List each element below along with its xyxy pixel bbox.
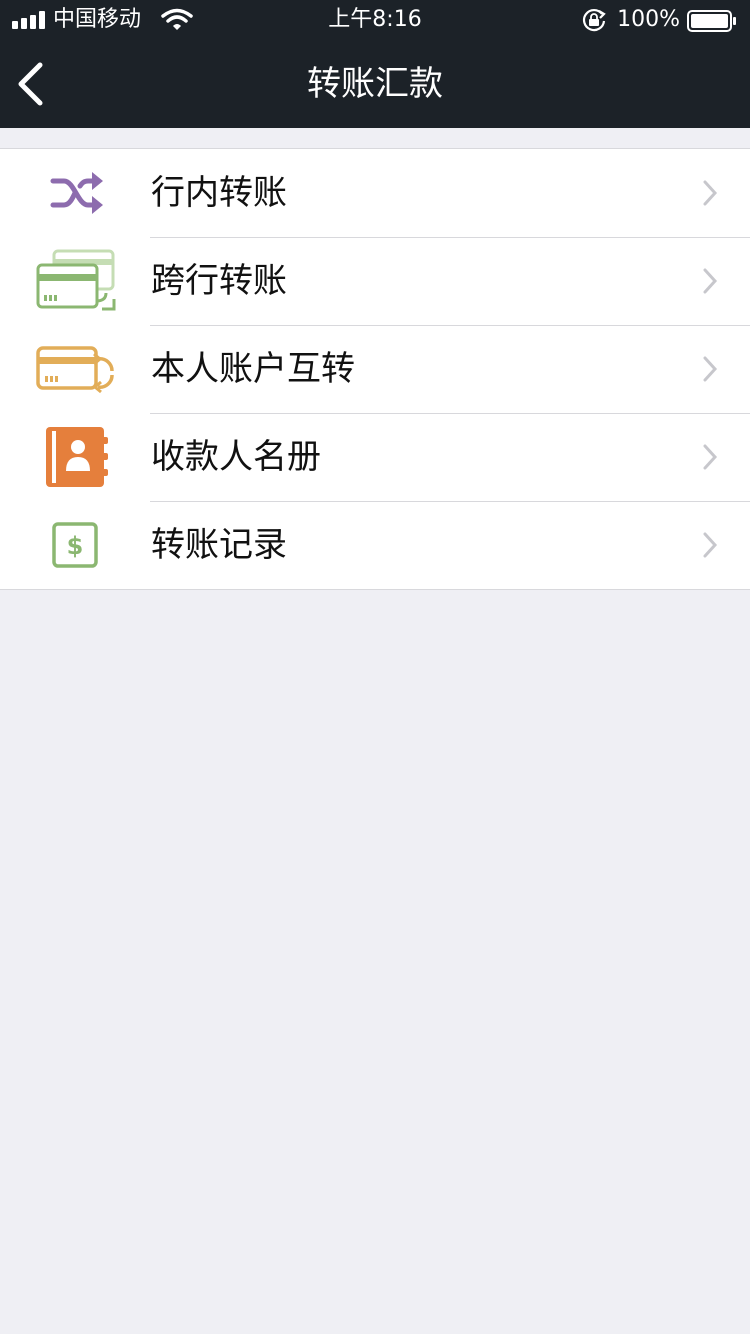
top-bar: 中国移动 上午8:16 100% 转账汇款 [0,0,750,128]
status-bar: 中国移动 上午8:16 100% [0,0,750,40]
menu-item-intrabank-transfer[interactable]: 行内转账 [0,149,750,237]
chevron-right-icon [703,356,718,382]
menu-item-transfer-records[interactable]: $ 转账记录 [0,501,750,589]
cards-transfer-icon [36,249,116,313]
menu-item-label: 行内转账 [151,173,287,213]
chevron-right-icon [703,532,718,558]
back-button[interactable] [10,58,54,112]
transfer-menu: 行内转账 跨行转账 本人账户互转 收款人名册 $ 转账记录 [0,148,750,590]
battery-percent: 100% [617,7,680,32]
contact-book-icon [36,425,116,489]
chevron-left-icon [18,62,43,106]
chevron-right-icon [703,180,718,206]
menu-item-label: 收款人名册 [151,437,321,477]
menu-item-label: 跨行转账 [151,261,287,301]
chevron-right-icon [703,268,718,294]
dollar-record-icon: $ [36,513,116,577]
battery-icon [687,10,736,32]
menu-item-interbank-transfer[interactable]: 跨行转账 [0,237,750,325]
menu-item-label: 本人账户互转 [151,349,355,389]
menu-item-own-account-transfer[interactable]: 本人账户互转 [0,325,750,413]
menu-item-payee-book[interactable]: 收款人名册 [0,413,750,501]
svg-text:$: $ [67,532,84,560]
orientation-lock-icon [582,8,606,32]
shuffle-icon [36,161,116,225]
card-refresh-icon [36,337,116,401]
page-title: 转账汇款 [307,64,443,104]
menu-item-label: 转账记录 [151,525,287,565]
chevron-right-icon [703,444,718,470]
